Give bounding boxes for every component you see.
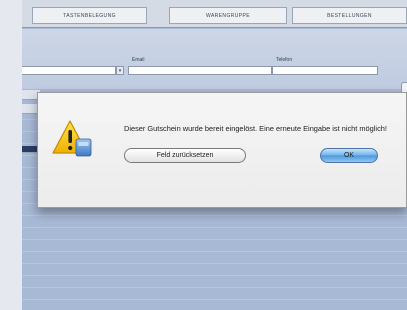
warning-triangle-icon [52,120,92,157]
tab-label: TASTENBELEGUNG [63,12,116,19]
reset-button-label: Feld zurücksetzen [156,152,214,159]
tab-bestellungen[interactable]: BESTELLUNGEN [292,7,407,24]
ok-button-label: OK [343,152,355,159]
tab-label: BESTELLUNGEN [327,12,372,19]
email-label: Email [132,57,145,63]
tab-tastenbelegung[interactable]: TASTENBELEGUNG [32,7,147,24]
dropdown-button[interactable]: ▾ [116,66,124,75]
email-field[interactable] [128,66,272,75]
telefon-field[interactable] [272,66,378,75]
ok-button[interactable]: OK [320,148,378,163]
tab-warengruppe[interactable]: WARENGRUPPE [169,7,287,24]
alert-dialog: Dieser Gutschein wurde bereit eingelöst.… [37,92,407,208]
tab-label: WARENGRUPPE [206,12,250,19]
form-area: ) ▾ Email Telefon [22,29,407,108]
tab-bar: TASTENBELEGUNG WARENGRUPPE BESTELLUNGEN [22,0,407,28]
reset-field-button[interactable]: Feld zurücksetzen [124,148,246,163]
telefon-label: Telefon [276,57,293,63]
name-field[interactable] [22,66,116,75]
alert-message: Dieser Gutschein wurde bereit eingelöst.… [124,124,387,133]
